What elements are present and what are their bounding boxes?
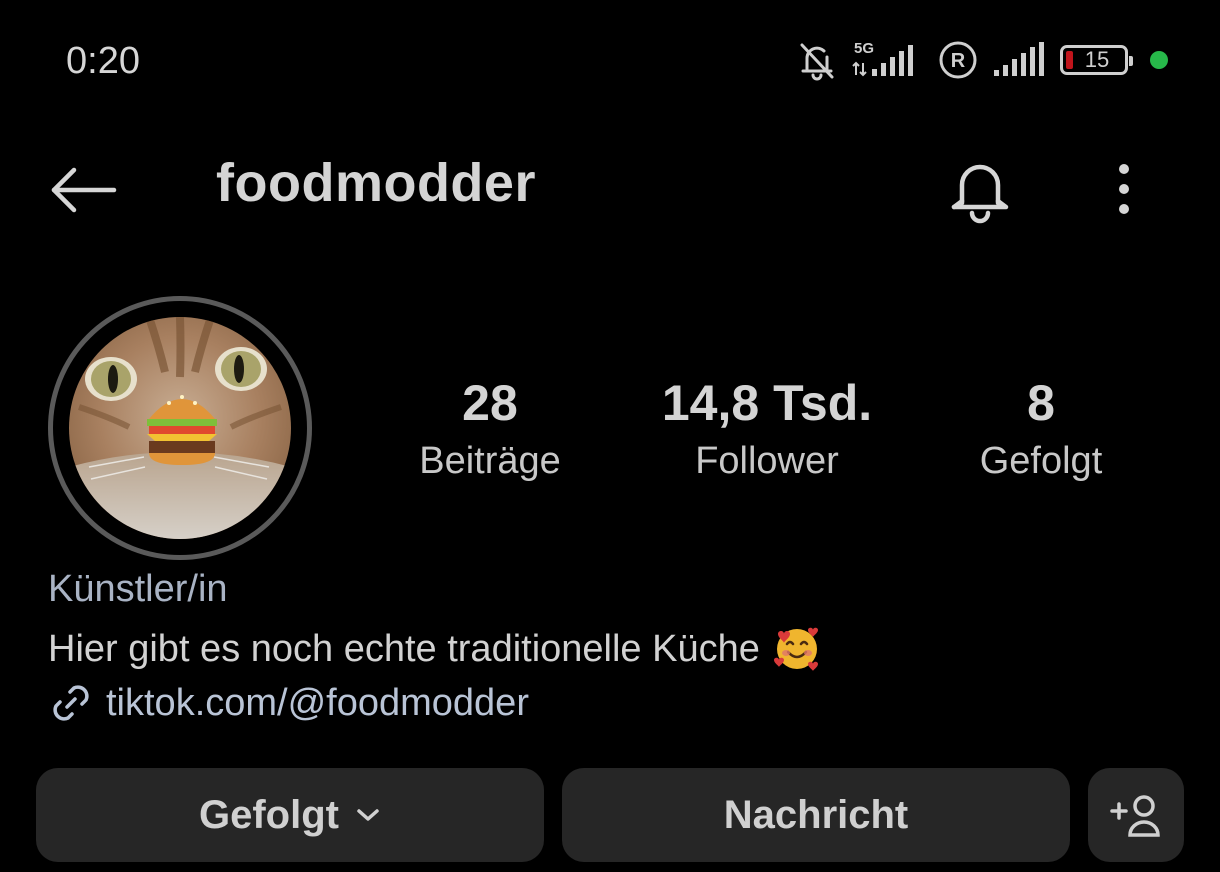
following-count: 8 bbox=[1027, 375, 1055, 431]
bio-text-line: Hier gibt es noch echte traditionelle Kü… bbox=[48, 624, 822, 674]
notifications-button[interactable] bbox=[944, 152, 1016, 228]
following-button[interactable]: Gefolgt bbox=[36, 768, 544, 862]
back-button[interactable] bbox=[46, 160, 120, 220]
bio-category: Künstler/in bbox=[48, 568, 228, 610]
cat-with-burger-avatar bbox=[69, 317, 291, 539]
posts-stat[interactable]: 28 Beiträge bbox=[419, 372, 561, 486]
smiling-face-with-hearts-icon bbox=[772, 624, 822, 674]
bell-icon bbox=[951, 164, 1009, 224]
followers-count: 14,8 Tsd. bbox=[661, 375, 873, 431]
bio-link-text: tiktok.com/@foodmodder bbox=[106, 681, 529, 724]
network-label: 5G bbox=[854, 40, 874, 57]
status-icons: 5G R 15 bbox=[796, 38, 1168, 82]
avatar[interactable] bbox=[48, 296, 312, 560]
followers-label: Follower bbox=[695, 440, 839, 482]
status-bar: 0:20 5G R 15 bbox=[0, 0, 1220, 120]
following-label: Gefolgt bbox=[979, 440, 1103, 482]
signal-icon bbox=[992, 40, 1046, 80]
bio-link[interactable]: tiktok.com/@foodmodder bbox=[48, 680, 529, 726]
page-title: foodmodder bbox=[216, 153, 536, 213]
posts-count: 28 bbox=[462, 375, 518, 431]
battery-level: 15 bbox=[1084, 47, 1110, 72]
bio-text: Hier gibt es noch echte traditionelle Kü… bbox=[48, 627, 760, 670]
svg-text:R: R bbox=[951, 50, 966, 72]
bell-off-icon bbox=[796, 39, 838, 81]
posts-label: Beiträge bbox=[419, 440, 561, 482]
signal-5g-icon: 5G bbox=[852, 39, 924, 81]
add-user-button[interactable] bbox=[1088, 768, 1184, 862]
more-vertical-icon bbox=[1119, 164, 1129, 214]
link-icon bbox=[48, 680, 94, 726]
privacy-dot-icon bbox=[1150, 51, 1168, 69]
registered-icon: R bbox=[938, 40, 978, 80]
following-stat[interactable]: 8 Gefolgt bbox=[980, 372, 1103, 486]
arrow-left-icon bbox=[51, 167, 117, 213]
chevron-down-icon bbox=[355, 807, 381, 823]
following-button-label: Gefolgt bbox=[199, 792, 339, 837]
battery-icon: 15 bbox=[1060, 45, 1133, 75]
message-button[interactable]: Nachricht bbox=[562, 768, 1070, 862]
more-options-button[interactable] bbox=[1100, 156, 1148, 222]
add-user-icon bbox=[1110, 795, 1160, 837]
message-button-label: Nachricht bbox=[723, 792, 909, 837]
followers-stat[interactable]: 14,8 Tsd. Follower bbox=[662, 372, 872, 486]
status-time: 0:20 bbox=[66, 40, 140, 82]
